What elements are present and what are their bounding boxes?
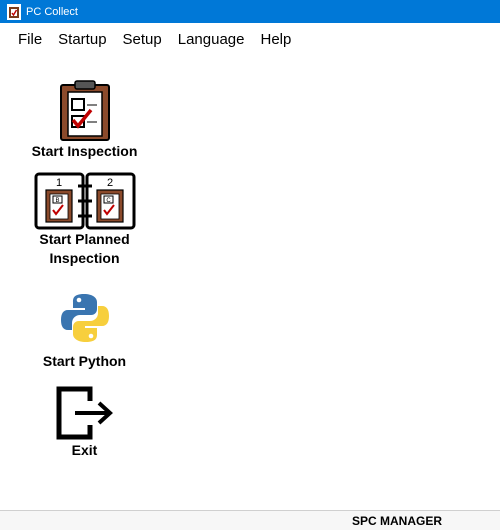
status-bar: SPC MANAGER — [0, 510, 500, 530]
planned-sheet-letter-b: B — [55, 198, 59, 204]
app-icon — [7, 3, 21, 20]
planned-inspection-binder-icon: 1 2 B C — [34, 172, 135, 230]
start-inspection-label: Start Inspection — [31, 143, 138, 159]
window-title: PC Collect — [26, 5, 78, 18]
start-inspection-button[interactable]: Start Inspection — [22, 80, 147, 161]
menu-file[interactable]: File — [10, 23, 50, 56]
start-planned-inspection-label-line2: Inspection — [49, 250, 120, 266]
python-logo-icon — [60, 294, 109, 342]
start-python-button[interactable]: Start Python — [22, 292, 147, 371]
title-bar[interactable]: PC Collect — [0, 0, 500, 23]
menu-language[interactable]: Language — [170, 23, 253, 56]
menu-startup[interactable]: Startup — [50, 23, 114, 56]
start-python-label: Start Python — [42, 353, 127, 369]
planned-page-number-1: 1 — [55, 177, 61, 189]
start-planned-inspection-label-line1: Start Planned — [39, 231, 130, 247]
planned-sheet-letter-c: C — [106, 198, 111, 204]
menu-setup[interactable]: Setup — [115, 23, 170, 56]
exit-button[interactable]: Exit — [22, 385, 147, 460]
start-planned-inspection-button[interactable]: 1 2 B C Start Planned Inspection — [22, 172, 147, 268]
clipboard-checklist-icon — [59, 80, 110, 141]
menu-help[interactable]: Help — [253, 23, 300, 56]
status-text: SPC MANAGER — [351, 514, 442, 528]
planned-page-number-2: 2 — [106, 177, 112, 189]
app-window: PC Collect File Startup Setup Language H… — [0, 0, 500, 530]
menu-bar: File Startup Setup Language Help — [0, 23, 500, 56]
exit-label: Exit — [71, 442, 98, 458]
exit-door-icon — [56, 386, 113, 440]
